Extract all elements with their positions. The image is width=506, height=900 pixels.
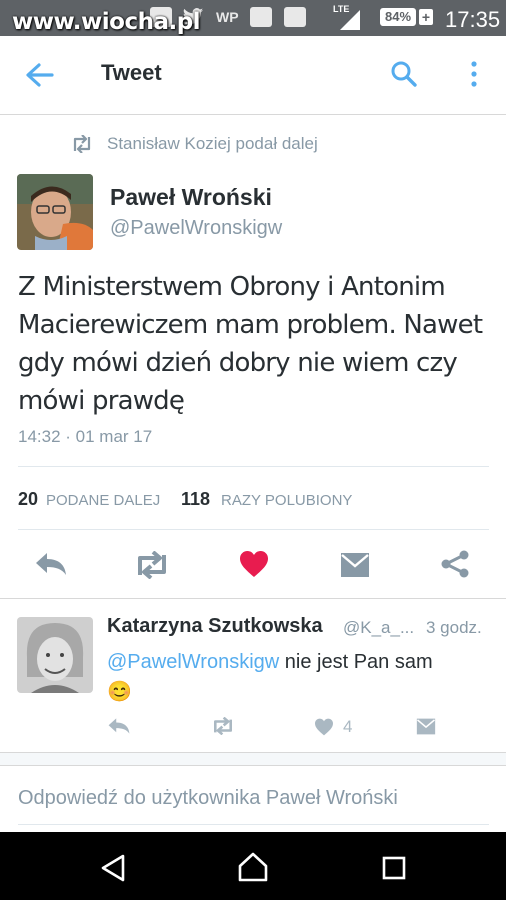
like-heart-icon[interactable]	[239, 550, 269, 583]
app-s-icon	[284, 7, 306, 27]
reply-action-message-icon[interactable]	[416, 718, 436, 740]
reply-time: 3 godz.	[426, 618, 482, 637]
divider	[0, 598, 506, 599]
toolbar: Tweet	[0, 36, 506, 115]
retweets-label[interactable]: PODANE DALEJ	[46, 492, 160, 509]
reply-icon[interactable]	[34, 551, 68, 582]
reply-body: nie jest Pan sam	[279, 651, 433, 673]
reply-author-avatar[interactable]	[17, 617, 93, 693]
app-notification-icon	[250, 7, 272, 27]
back-arrow-icon[interactable]	[24, 61, 54, 94]
nav-home-icon[interactable]	[237, 852, 269, 887]
message-icon[interactable]	[340, 552, 370, 583]
tweet-timestamp: 14:32 · 01 mar 17	[18, 427, 153, 446]
battery-indicator: 84%	[380, 8, 416, 26]
reply-action-like-icon[interactable]	[314, 718, 334, 741]
share-icon[interactable]	[440, 549, 470, 584]
clock: 17:35	[445, 7, 501, 32]
watermark-logo: www.wiocha.pl	[12, 9, 201, 35]
reply-action-retweet-icon[interactable]	[210, 716, 236, 740]
tweet-text: Z Ministerstwem Obrony i Antonim Maciere…	[18, 272, 483, 416]
page-title: Tweet	[101, 60, 162, 85]
reply-like-count: 4	[343, 717, 353, 736]
smile-emoji: 😊	[107, 681, 132, 703]
reply-action-reply-icon[interactable]	[107, 717, 131, 740]
nav-recents-icon[interactable]	[382, 856, 406, 885]
search-icon[interactable]	[390, 60, 418, 93]
reply-author-handle[interactable]: @K_a_...	[343, 618, 414, 638]
divider	[18, 529, 489, 530]
likes-label[interactable]: RAZY POLUBIONY	[221, 492, 352, 509]
nav-back-icon[interactable]	[100, 854, 126, 887]
divider	[0, 765, 506, 766]
section-gap	[0, 753, 506, 765]
reply-compose-input[interactable]: Odpowiedź do użytkownika Paweł Wroński	[18, 787, 398, 810]
more-vertical-icon[interactable]	[466, 60, 482, 95]
wp-app-icon: WP	[216, 9, 239, 25]
divider	[18, 466, 489, 467]
reply-mention-link[interactable]: @PawelWronskigw	[107, 651, 279, 673]
retweet-context-icon	[70, 134, 94, 158]
charging-icon: +	[419, 9, 433, 25]
android-nav-bar	[0, 832, 506, 900]
signal-icon	[338, 10, 360, 35]
input-underline	[18, 824, 489, 825]
author-handle[interactable]: @PawelWronskigw	[110, 217, 282, 240]
retweets-count[interactable]: 20	[18, 489, 38, 510]
author-name[interactable]: Paweł Wroński	[110, 184, 272, 211]
retweet-icon[interactable]	[132, 550, 172, 584]
likes-count[interactable]: 118	[181, 489, 210, 510]
reply-text: @PawelWronskigw nie jest Pan sam 😊	[107, 647, 497, 707]
status-bar: WP LTE 84% + 17:35 www.wiocha.pl	[0, 0, 506, 36]
reply-author-name[interactable]: Katarzyna Szutkowska	[107, 615, 323, 638]
retweeted-by-text: Stanisław Koziej podał dalej	[107, 134, 318, 153]
author-avatar[interactable]	[17, 174, 93, 250]
